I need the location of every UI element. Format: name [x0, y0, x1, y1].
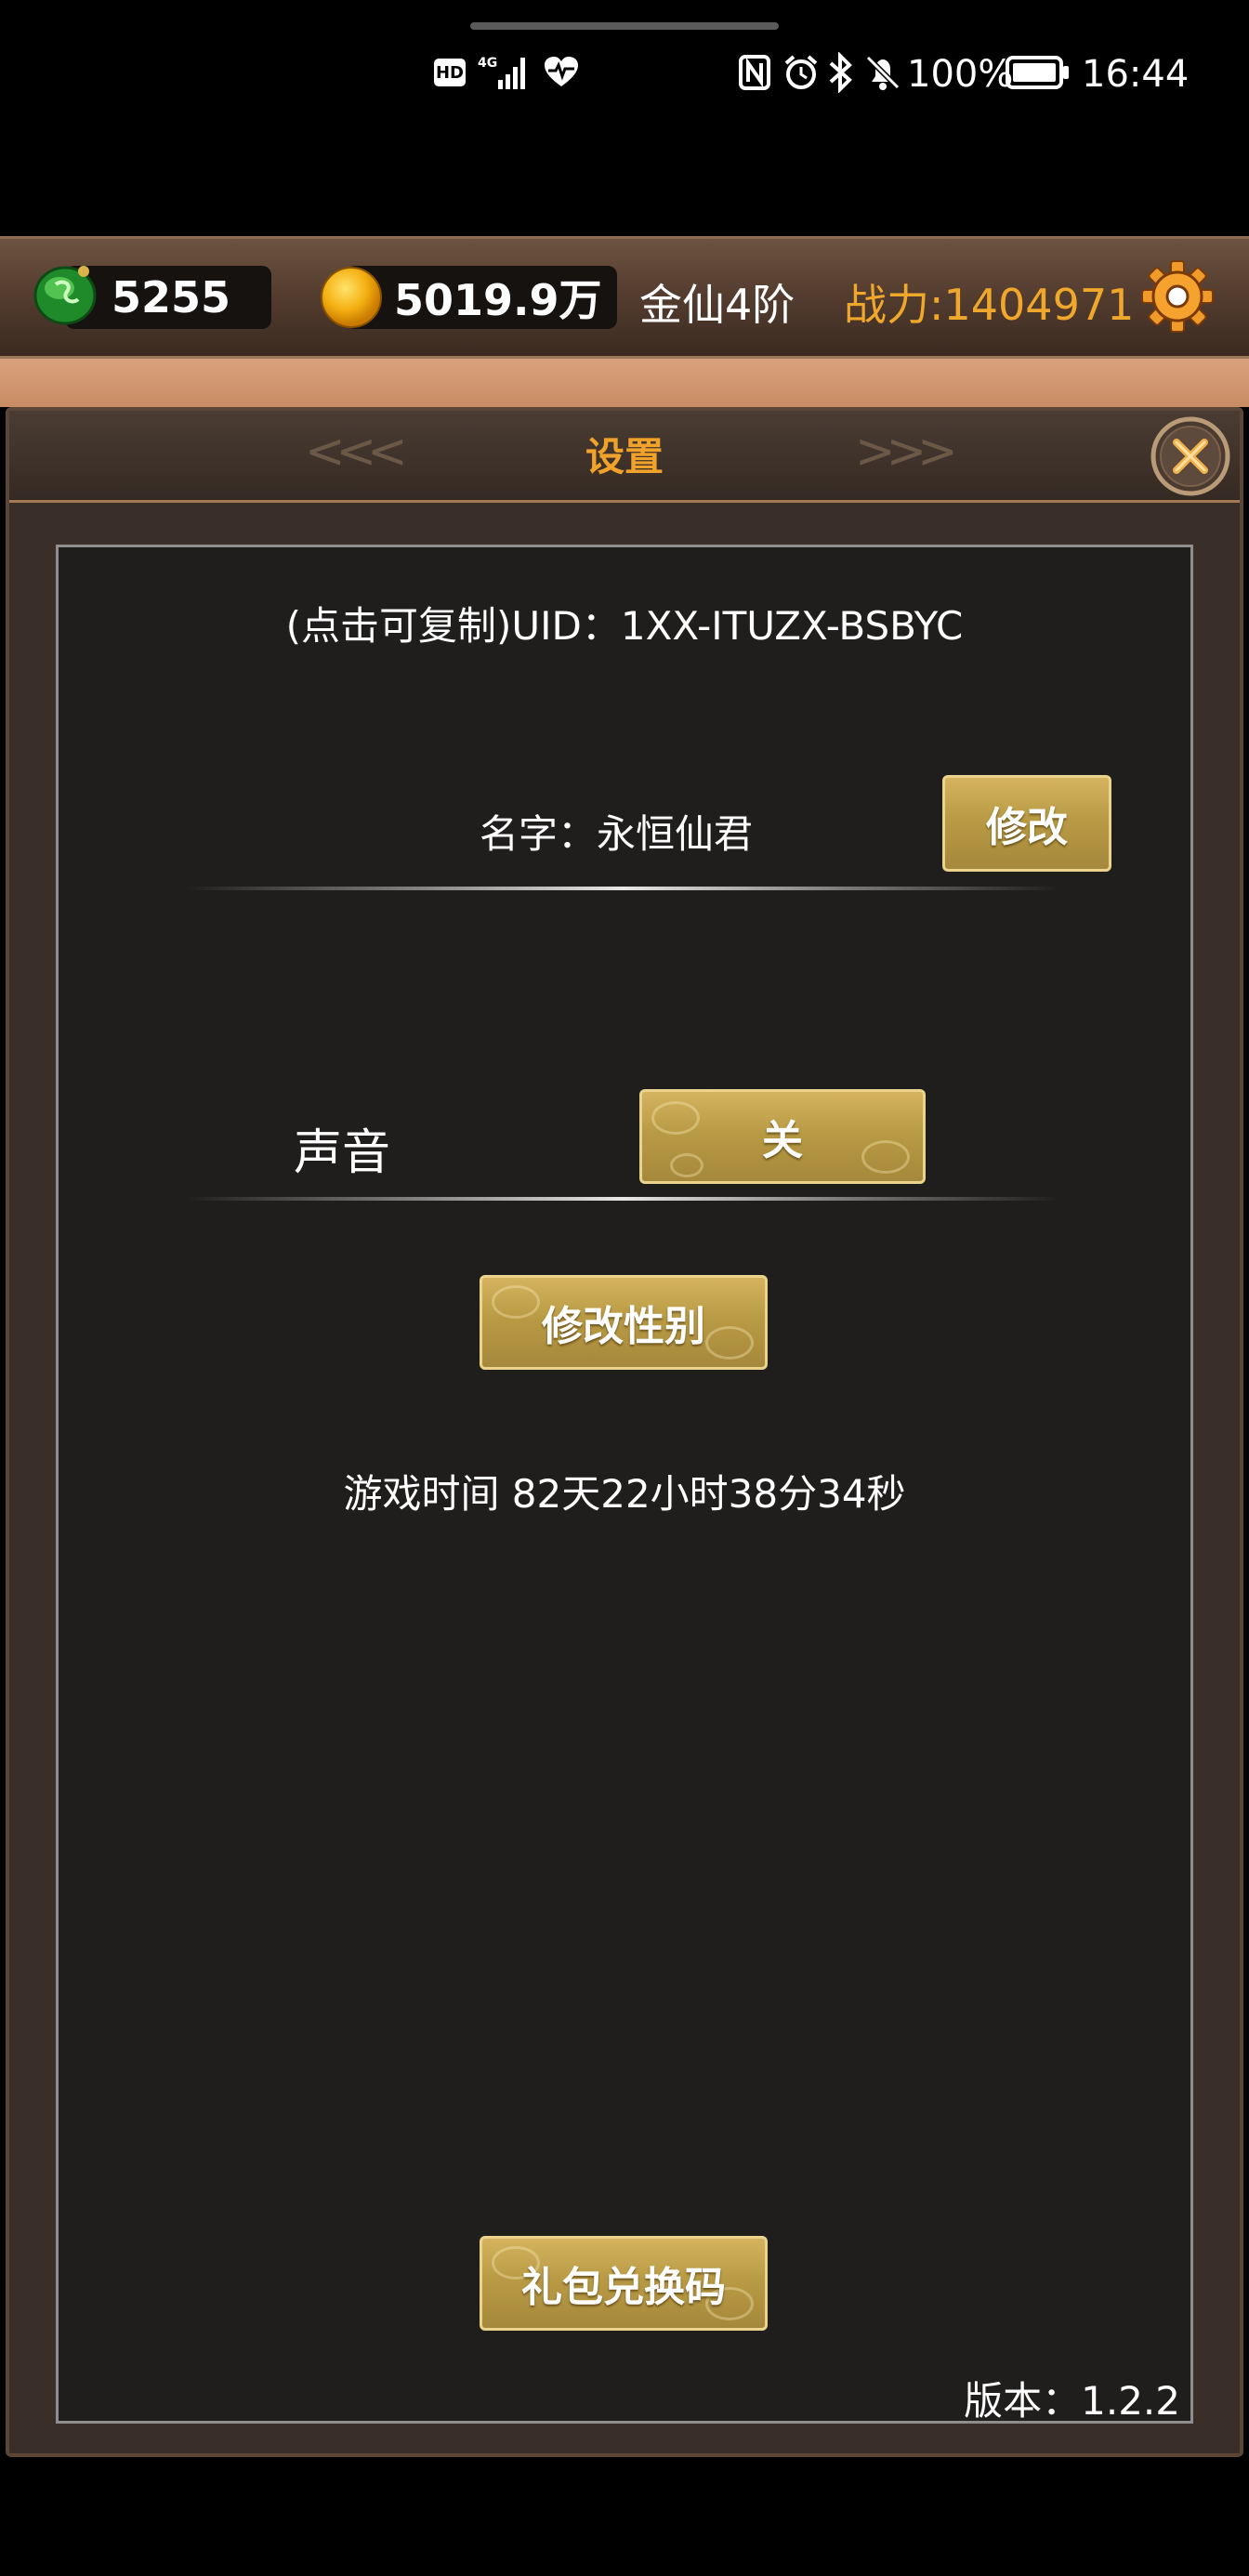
battery-percent: 100%: [907, 53, 1014, 96]
svg-text:4G: 4G: [478, 56, 497, 71]
uid-copy-text[interactable]: (点击可复制)UID：1XX-ITUZX-BSBYC: [56, 595, 1193, 651]
bottom-letterbox: [0, 2457, 1249, 2576]
panel-title: 设置: [585, 434, 664, 480]
cellular-signal-icon: 4G: [476, 52, 532, 93]
gesture-handle: [470, 22, 779, 30]
health-heart-icon: [543, 56, 580, 89]
sound-toggle-label: 关: [762, 1117, 803, 1164]
jade-value: 5255: [112, 272, 231, 322]
sound-divider: [186, 1197, 1059, 1201]
player-name: 名字：永恒仙君: [480, 811, 754, 857]
combat-power: 战力:1404971: [844, 280, 1135, 330]
right-ornament-icon: >>>: [855, 424, 958, 480]
alarm-icon: [782, 54, 820, 91]
sound-toggle-button[interactable]: 关: [639, 1089, 926, 1184]
gold-value: 5019.9万: [394, 275, 602, 325]
jade-icon: [30, 256, 100, 327]
name-divider: [186, 887, 1059, 890]
change-gender-button[interactable]: 修改性别: [480, 1275, 768, 1370]
gear-icon[interactable]: [1139, 258, 1216, 335]
close-icon[interactable]: [1149, 414, 1232, 498]
header-band: [0, 359, 1249, 407]
hd-icon: HD: [433, 58, 467, 87]
gift-code-button[interactable]: 礼包兑换码: [480, 2236, 768, 2331]
sound-label: 声音: [294, 1125, 391, 1181]
play-time: 游戏时间 82天22小时38分34秒: [343, 1471, 906, 1517]
gift-code-label: 礼包兑换码: [521, 2264, 726, 2311]
mute-bell-icon: [864, 54, 901, 91]
battery-icon: [1006, 56, 1071, 89]
bluetooth-icon: [827, 51, 855, 94]
change-gender-label: 修改性别: [542, 1303, 705, 1350]
nfc-icon: [738, 54, 771, 91]
clock: 16:44: [1082, 53, 1190, 96]
gold-coin-icon: [318, 264, 385, 331]
gold-counter: 5019.9万: [346, 266, 617, 329]
version-label: 版本：1.2.2: [964, 2378, 1180, 2424]
left-ornament-icon: <<<: [305, 424, 408, 480]
rename-button-label: 修改: [986, 804, 1068, 851]
rename-button[interactable]: 修改: [942, 775, 1111, 872]
cultivation-rank: 金仙4阶: [639, 280, 795, 330]
